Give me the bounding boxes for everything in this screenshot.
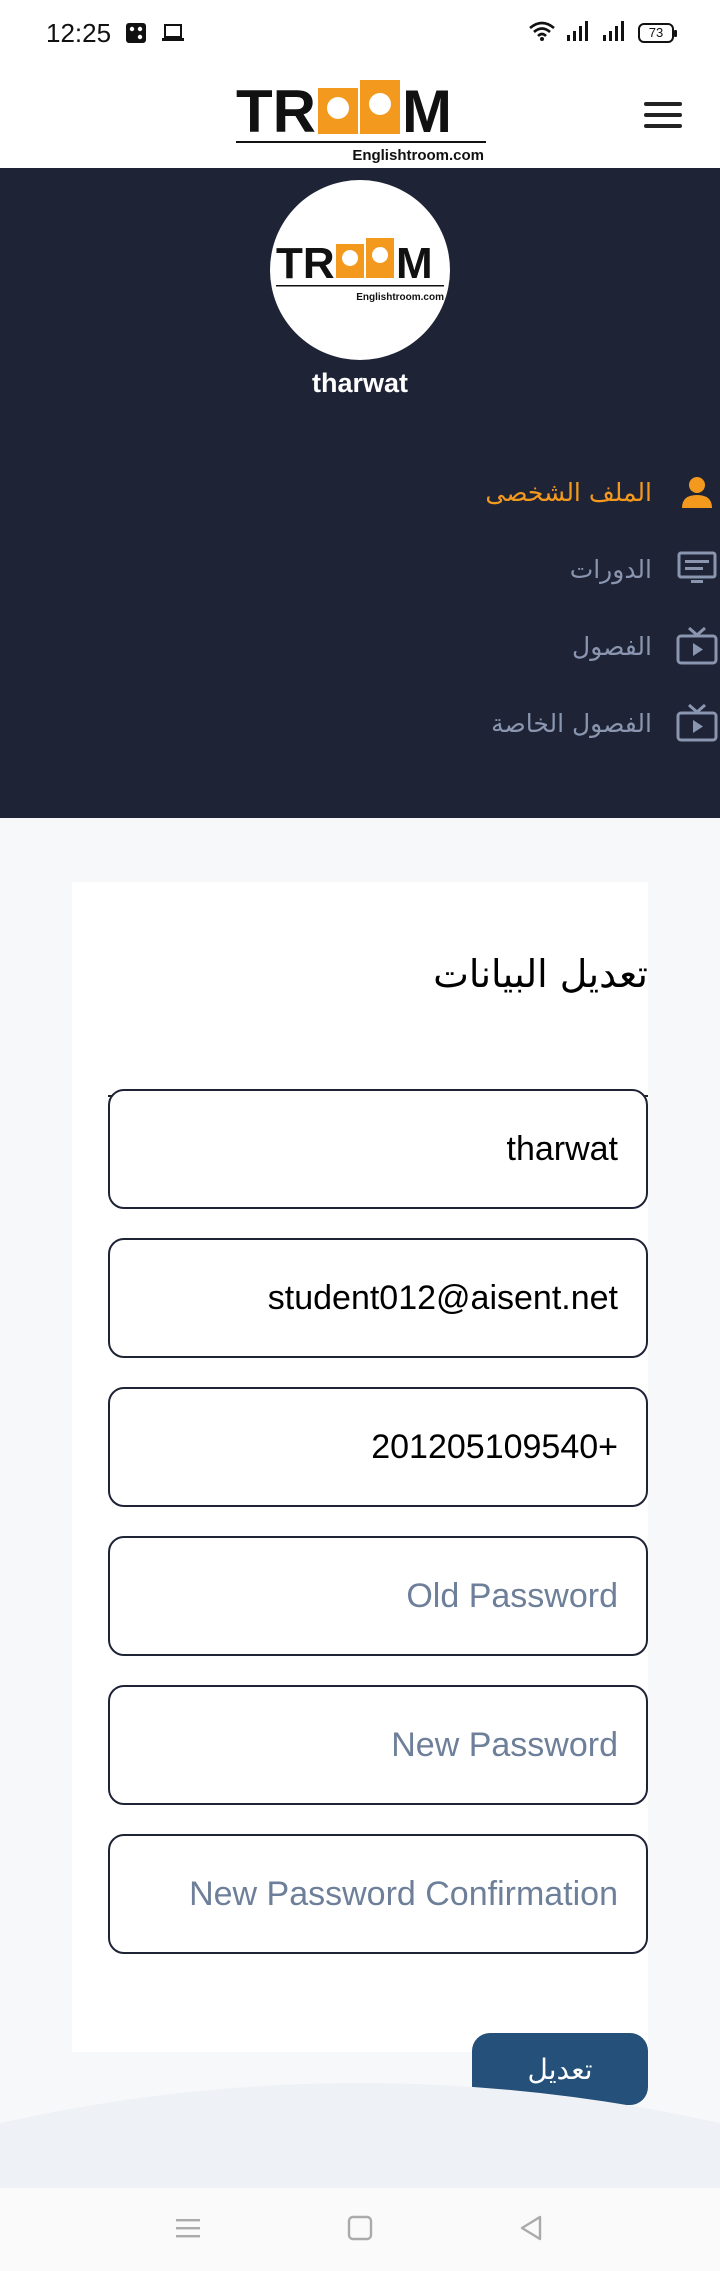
status-system-icons: 73 bbox=[528, 20, 677, 46]
sidebar-item-profile[interactable]: الملف الشخصى bbox=[320, 462, 720, 522]
dice-icon bbox=[125, 22, 147, 48]
sidebar-item-label: الفصول الخاصة bbox=[491, 708, 652, 738]
troom-logo[interactable]: TR M Englishtroom.com bbox=[236, 70, 486, 166]
logo-text-left: TR bbox=[236, 78, 316, 145]
edit-profile-card: تعديل البيانات تعديل bbox=[72, 882, 648, 2105]
avatar-logo-text-right: M bbox=[396, 239, 433, 288]
back-button[interactable] bbox=[509, 2208, 553, 2252]
wifi-icon bbox=[528, 20, 556, 46]
profile-username: tharwat bbox=[311, 368, 409, 398]
recents-button[interactable] bbox=[166, 2208, 210, 2252]
signal-icon bbox=[566, 20, 592, 46]
system-navigation-bar bbox=[0, 2188, 720, 2271]
status-bar: 12:25 73 bbox=[0, 0, 720, 70]
tv-play-icon bbox=[674, 623, 720, 669]
sidebar-item-label: الملف الشخصى bbox=[485, 477, 652, 507]
back-triangle-icon bbox=[518, 2214, 544, 2246]
new-password-field[interactable] bbox=[108, 1685, 648, 1805]
menu-lines-icon bbox=[174, 2216, 202, 2244]
decorative-wave bbox=[0, 2083, 720, 2193]
new-password-input[interactable] bbox=[110, 1687, 646, 1803]
avatar-logo-subtitle: Englishtroom.com bbox=[356, 292, 444, 303]
hamburger-icon bbox=[644, 102, 682, 106]
app-header: TR M Englishtroom.com bbox=[0, 70, 720, 168]
old-password-field[interactable] bbox=[108, 1536, 648, 1656]
monitor-icon bbox=[674, 546, 720, 592]
phone-input[interactable] bbox=[110, 1389, 646, 1505]
email-input[interactable] bbox=[110, 1240, 646, 1356]
avatar-logo-text-left: TR bbox=[276, 239, 335, 288]
home-square-icon bbox=[347, 2215, 373, 2245]
confirm-password-input[interactable] bbox=[110, 1836, 646, 1952]
home-button[interactable] bbox=[338, 2208, 382, 2252]
confirm-password-field[interactable] bbox=[108, 1834, 648, 1954]
logo-text-right: M bbox=[402, 78, 452, 145]
signal-icon bbox=[602, 20, 628, 46]
status-notification-icons bbox=[125, 22, 185, 48]
battery-icon: 73 bbox=[638, 23, 677, 43]
logo-subtitle: Englishtroom.com bbox=[352, 147, 484, 164]
old-password-input[interactable] bbox=[110, 1538, 646, 1654]
sidebar-item-label: الفصول bbox=[572, 631, 652, 661]
sidebar-item-classes[interactable]: الفصول bbox=[320, 616, 720, 676]
avatar: TR M Englishtroom.com bbox=[270, 180, 450, 360]
user-icon bbox=[674, 469, 720, 515]
tv-play-icon bbox=[674, 700, 720, 746]
profile-panel: TR M Englishtroom.com tharwat الملف الشخ… bbox=[0, 168, 720, 818]
name-field[interactable] bbox=[108, 1089, 648, 1209]
email-field[interactable] bbox=[108, 1238, 648, 1358]
laptop-icon bbox=[161, 22, 185, 48]
name-input[interactable] bbox=[110, 1091, 646, 1207]
status-time: 12:25 bbox=[46, 18, 112, 48]
hamburger-menu-button[interactable] bbox=[644, 102, 682, 132]
form-title: تعديل البيانات bbox=[433, 952, 648, 996]
sidebar-item-private-classes[interactable]: الفصول الخاصة bbox=[320, 693, 720, 753]
main-content: تعديل البيانات تعديل bbox=[0, 818, 720, 2193]
phone-field[interactable] bbox=[108, 1387, 648, 1507]
sidebar-item-label: الدورات bbox=[569, 554, 652, 584]
sidebar-item-courses[interactable]: الدورات bbox=[320, 539, 720, 599]
